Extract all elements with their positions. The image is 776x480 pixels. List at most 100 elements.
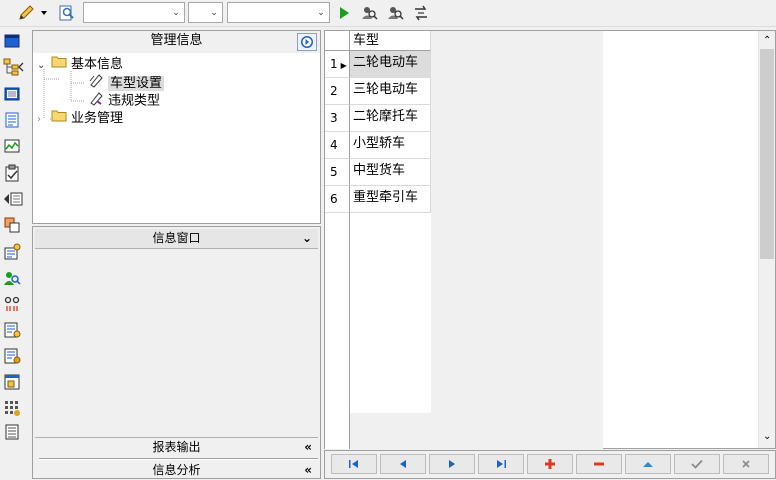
double-chevron-left-icon[interactable]: « bbox=[304, 461, 312, 480]
row-header-filler bbox=[325, 213, 350, 449]
info-window-panel: 信息窗口 ⌄ 报表输出 « 信息分析 « bbox=[32, 226, 321, 479]
next-icon bbox=[449, 460, 455, 468]
chevron-right-icon[interactable]: › bbox=[37, 111, 51, 129]
tree-item-basic-info[interactable]: ⌄ 基本信息 bbox=[37, 54, 123, 72]
db-navigator bbox=[324, 450, 776, 479]
column-header-vehicle-type[interactable]: 车型 bbox=[350, 31, 431, 51]
scroll-up-icon[interactable]: ⌃ bbox=[763, 35, 771, 46]
management-panel-header: 管理信息 bbox=[33, 31, 320, 53]
tree-structure-icon[interactable] bbox=[3, 58, 25, 76]
side-toolbar bbox=[0, 27, 28, 479]
tree-item-vehicle-type-settings[interactable]: 车型设置 bbox=[88, 72, 165, 91]
info-analysis-header[interactable]: 信息分析 « bbox=[35, 461, 318, 480]
insert-record-button[interactable] bbox=[527, 454, 573, 474]
insert-icon bbox=[545, 459, 555, 469]
delete-record-button[interactable] bbox=[576, 454, 622, 474]
prior-icon bbox=[400, 460, 406, 468]
folder-icon bbox=[51, 108, 71, 128]
link-icon[interactable] bbox=[3, 295, 21, 313]
report-edit-icon[interactable] bbox=[3, 347, 21, 365]
next-record-button[interactable] bbox=[429, 454, 475, 474]
chevron-down-icon[interactable]: ⌄ bbox=[206, 3, 222, 22]
info-window-content bbox=[35, 249, 318, 436]
chevron-down-icon[interactable]: ⌄ bbox=[313, 3, 329, 22]
user-search-icon[interactable] bbox=[3, 269, 21, 287]
cancel-icon bbox=[742, 460, 750, 468]
table-row-cell[interactable]: 二轮摩托车 bbox=[350, 105, 431, 132]
clipboard-check-icon[interactable] bbox=[3, 164, 21, 182]
double-chevron-left-icon[interactable]: « bbox=[304, 438, 312, 457]
post-record-button[interactable] bbox=[674, 454, 720, 474]
info-window-header[interactable]: 信息窗口 ⌄ bbox=[35, 229, 318, 249]
splitter[interactable] bbox=[39, 458, 318, 460]
table-window-icon[interactable] bbox=[3, 373, 21, 391]
folder-icon bbox=[51, 54, 71, 74]
row-header[interactable]: 5 bbox=[325, 159, 350, 186]
table-row-cell[interactable]: 中型货车 bbox=[350, 159, 431, 186]
row-header[interactable]: 1 ▶ bbox=[325, 51, 350, 78]
grid-empty-area bbox=[350, 413, 431, 449]
combo-2[interactable]: ⌄ bbox=[188, 2, 223, 23]
data-grid: 车型 1 ▶ 二轮电动车 2 三轮电动车 3 二轮摩托车 4 小型轿车 5 中型货车 6 重型牵引车 bbox=[324, 30, 776, 449]
chevron-down-icon[interactable]: ⌄ bbox=[37, 57, 51, 75]
circle-arrow-icon bbox=[301, 36, 313, 48]
pencil-icon[interactable] bbox=[16, 3, 36, 23]
run-icon[interactable] bbox=[334, 3, 354, 23]
vertical-scrollbar[interactable]: ⌃ ⌄ bbox=[758, 31, 775, 448]
toolbar: ⌄ ⌄ ⌄ bbox=[0, 0, 776, 27]
management-panel-title: 管理信息 bbox=[150, 33, 203, 48]
combo-1[interactable]: ⌄ bbox=[83, 2, 185, 23]
report-settings-icon[interactable] bbox=[3, 321, 21, 339]
delete-icon bbox=[594, 462, 604, 466]
cancel-record-button[interactable] bbox=[723, 454, 769, 474]
scrollbar-thumb[interactable] bbox=[760, 49, 774, 259]
dropdown-arrow-icon[interactable] bbox=[38, 3, 50, 23]
user-search-icon[interactable] bbox=[359, 3, 379, 23]
settings-list-icon[interactable] bbox=[3, 243, 21, 261]
report-output-header[interactable]: 报表输出 « bbox=[35, 437, 318, 457]
row-number: 1 bbox=[330, 57, 338, 71]
layers-icon[interactable] bbox=[3, 216, 21, 234]
scroll-down-icon[interactable]: ⌄ bbox=[763, 431, 771, 442]
tree-item-label: 车型设置 bbox=[108, 75, 165, 91]
user-find-icon[interactable] bbox=[385, 3, 405, 23]
edit-record-button[interactable] bbox=[625, 454, 671, 474]
chevron-down-icon[interactable]: ⌄ bbox=[168, 3, 184, 22]
panel-collapse-button[interactable] bbox=[297, 33, 317, 51]
combo-3[interactable]: ⌄ bbox=[227, 2, 330, 23]
grid-blank-rows bbox=[350, 213, 431, 413]
export-icon[interactable] bbox=[3, 190, 25, 208]
table-row-cell[interactable]: 二轮电动车 bbox=[350, 51, 431, 78]
table-row-cell[interactable]: 三轮电动车 bbox=[350, 78, 431, 105]
tree-item-label: 违规类型 bbox=[108, 93, 161, 109]
window-icon[interactable] bbox=[3, 32, 21, 50]
book-icon[interactable] bbox=[3, 85, 21, 103]
tree-item-business-management[interactable]: › 业务管理 bbox=[37, 108, 123, 126]
refresh-icon[interactable] bbox=[411, 3, 431, 23]
grid-empty-area bbox=[431, 31, 603, 449]
row-number: 4 bbox=[330, 138, 338, 152]
print-list-icon[interactable] bbox=[3, 423, 21, 441]
row-header[interactable]: 3 bbox=[325, 105, 350, 132]
edit-icon bbox=[643, 462, 653, 467]
tree-item-violation-types[interactable]: 违规类型 bbox=[88, 90, 161, 109]
management-panel: 管理信息 ⌄ 基本信息 车型设置 违规类型 › 业务管理 bbox=[32, 30, 321, 224]
document-icon[interactable] bbox=[3, 111, 21, 129]
table-row-cell[interactable]: 重型牵引车 bbox=[350, 186, 431, 213]
grid-corner bbox=[325, 31, 350, 51]
info-window-title: 信息窗口 bbox=[152, 231, 201, 245]
last-record-button[interactable] bbox=[478, 454, 524, 474]
grid-apps-icon[interactable] bbox=[3, 399, 21, 417]
first-record-button[interactable] bbox=[331, 454, 377, 474]
row-header[interactable]: 2 bbox=[325, 78, 350, 105]
preview-icon[interactable] bbox=[57, 3, 77, 23]
chart-icon[interactable] bbox=[3, 137, 21, 155]
double-chevron-down-icon[interactable]: ⌄ bbox=[302, 229, 312, 248]
row-number: 5 bbox=[330, 165, 338, 179]
row-header[interactable]: 4 bbox=[325, 132, 350, 159]
row-number: 3 bbox=[330, 111, 338, 125]
info-analysis-title: 信息分析 bbox=[152, 463, 201, 477]
table-row-cell[interactable]: 小型轿车 bbox=[350, 132, 431, 159]
prior-record-button[interactable] bbox=[380, 454, 426, 474]
row-header[interactable]: 6 bbox=[325, 186, 350, 213]
